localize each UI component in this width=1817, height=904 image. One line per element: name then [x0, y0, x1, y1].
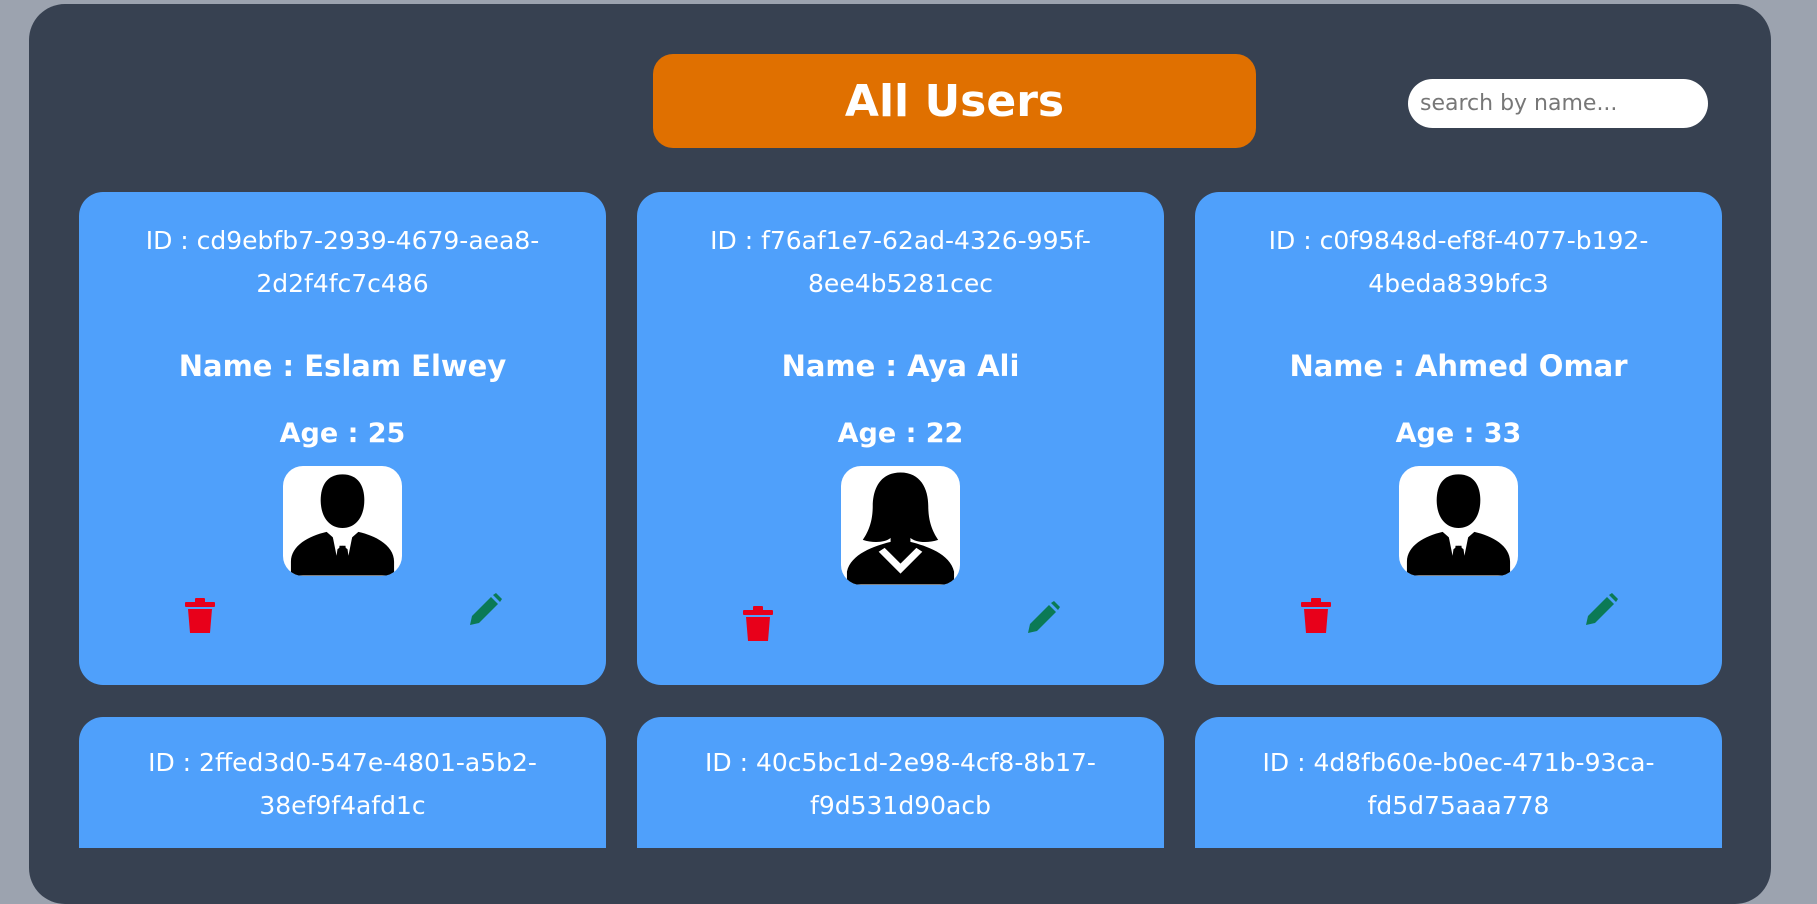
- edit-button[interactable]: [1026, 601, 1060, 635]
- delete-button[interactable]: [183, 597, 217, 635]
- edit-button[interactable]: [1584, 593, 1618, 627]
- user-name: Name : Aya Ali: [781, 349, 1020, 383]
- pencil-icon: [470, 593, 502, 625]
- user-card: ID : 2ffed3d0-547e-4801-a5b2-38ef9f4afd1…: [79, 717, 606, 848]
- user-age: Age : 25: [279, 418, 406, 449]
- user-card: ID : 40c5bc1d-2e98-4cf8-8b17-f9d531d90ac…: [637, 717, 1164, 848]
- male-avatar-icon: [283, 466, 402, 576]
- page-title: All Users: [653, 54, 1256, 148]
- trash-icon: [743, 606, 773, 641]
- user-id: ID : f76af1e7-62ad-4326-995f-8ee4b5281ce…: [710, 226, 1091, 298]
- user-id: ID : 4d8fb60e-b0ec-471b-93ca-fd5d75aaa77…: [1262, 748, 1655, 820]
- user-id: ID : 40c5bc1d-2e98-4cf8-8b17-f9d531d90ac…: [705, 748, 1096, 820]
- edit-button[interactable]: [468, 593, 502, 627]
- female-avatar-icon: [841, 466, 960, 585]
- trash-icon: [185, 598, 215, 633]
- user-id: ID : cd9ebfb7-2939-4679-aea8-2d2f4fc7c48…: [145, 226, 540, 298]
- user-card: ID : c0f9848d-ef8f-4077-b192-4beda839bfc…: [1195, 192, 1722, 685]
- user-card: ID : cd9ebfb7-2939-4679-aea8-2d2f4fc7c48…: [79, 192, 606, 685]
- user-card: ID : f76af1e7-62ad-4326-995f-8ee4b5281ce…: [637, 192, 1164, 685]
- delete-button[interactable]: [741, 605, 775, 643]
- trash-icon: [1301, 598, 1331, 633]
- user-age: Age : 22: [837, 418, 964, 449]
- delete-button[interactable]: [1299, 597, 1333, 635]
- user-card: ID : 4d8fb60e-b0ec-471b-93ca-fd5d75aaa77…: [1195, 717, 1722, 848]
- user-id: ID : 2ffed3d0-547e-4801-a5b2-38ef9f4afd1…: [148, 748, 537, 820]
- male-avatar-icon: [1399, 466, 1518, 576]
- pencil-icon: [1028, 601, 1060, 633]
- user-name: Name : Ahmed Omar: [1289, 349, 1628, 383]
- search-input[interactable]: [1408, 79, 1708, 128]
- user-name: Name : Eslam Elwey: [178, 349, 507, 383]
- user-age: Age : 33: [1395, 418, 1522, 449]
- pencil-icon: [1586, 593, 1618, 625]
- user-id: ID : c0f9848d-ef8f-4077-b192-4beda839bfc…: [1268, 226, 1649, 298]
